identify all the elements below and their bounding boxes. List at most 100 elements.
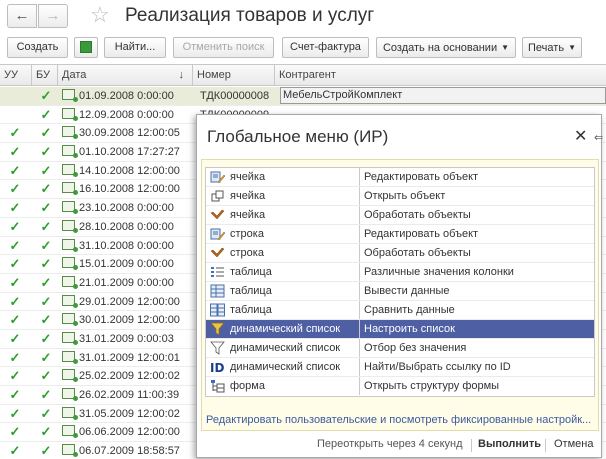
menu-item-scope-label: таблица bbox=[230, 266, 272, 278]
menu-item[interactable]: ячейка Открыть объект bbox=[206, 187, 594, 206]
forward-button[interactable]: → bbox=[38, 4, 68, 28]
menu-item-scope: таблица bbox=[206, 282, 360, 300]
menu-item-scope: ID динамический список bbox=[206, 358, 360, 376]
column-header-date[interactable]: Дата ↓ bbox=[58, 65, 193, 85]
arrow-left-icon: ← bbox=[14, 7, 30, 24]
uu-check-icon: ✓ bbox=[9, 237, 21, 253]
document-posted-icon bbox=[62, 107, 78, 121]
date-value: 15.01.2009 0:00:00 bbox=[79, 258, 174, 271]
table-row[interactable]: ✓ 01.09.2008 0:00:00 ТДК00000008 МебельСтро… bbox=[0, 87, 606, 106]
menu-item[interactable]: форма Открыть структуру формы bbox=[206, 377, 594, 396]
document-posted-icon bbox=[62, 238, 78, 252]
date-value: 01.10.2008 17:27:27 bbox=[79, 146, 180, 159]
menu-item[interactable]: ячейка Обработать объекты bbox=[206, 206, 594, 225]
date-cell: 31.01.2009 12:00:01 bbox=[62, 349, 192, 367]
bu-check-icon: ✓ bbox=[40, 256, 52, 272]
compare-icon bbox=[210, 303, 225, 317]
uu-check-icon: ✓ bbox=[9, 181, 21, 197]
uu-check-icon: ✓ bbox=[9, 424, 21, 440]
bu-check-icon: ✓ bbox=[40, 387, 52, 402]
create-basis-button[interactable]: Создать на основании ▼ bbox=[376, 37, 516, 58]
uu-check-icon bbox=[0, 87, 30, 105]
back-button[interactable]: ← bbox=[7, 4, 37, 28]
date-value: 28.10.2008 0:00:00 bbox=[79, 220, 174, 233]
form-structure-icon bbox=[210, 379, 225, 393]
uu-check-icon: ✓ bbox=[9, 349, 21, 365]
menu-item-scope-label: строка bbox=[230, 247, 264, 259]
create-button[interactable]: Создать bbox=[7, 37, 68, 58]
menu-item[interactable]: таблица Сравнить данные bbox=[206, 301, 594, 320]
reopen-timer-text: Переоткрыть через 4 секунд bbox=[317, 438, 463, 450]
document-posted-icon bbox=[62, 331, 78, 345]
menu-item[interactable]: таблица Различные значения колонки bbox=[206, 263, 594, 282]
uu-check-icon: ✓ bbox=[9, 312, 21, 328]
arrow-right-icon: → bbox=[45, 7, 61, 24]
menu-item[interactable]: строка Редактировать объект bbox=[206, 225, 594, 244]
bu-check-icon: ✓ bbox=[40, 424, 52, 440]
menu-item-scope-label: строка bbox=[230, 228, 264, 240]
date-cell: 25.02.2009 12:00:02 bbox=[62, 367, 192, 385]
global-menu-dialog: Глобальное меню (ИР) ✕ ⇐ ячейка Редактиро… bbox=[196, 114, 603, 458]
close-icon[interactable]: ✕ bbox=[574, 128, 587, 146]
date-value: 29.01.2009 12:00:00 bbox=[79, 295, 180, 308]
menu-item-scope: таблица bbox=[206, 301, 360, 319]
cancel-button[interactable]: Отмена bbox=[554, 438, 593, 450]
date-value: 31.01.2009 12:00:01 bbox=[79, 351, 180, 364]
menu-item[interactable]: ID динамический список Найти/Выбрать ссылк… bbox=[206, 358, 594, 377]
resize-handle-icon[interactable]: ⇐ bbox=[594, 131, 603, 144]
document-posted-icon bbox=[62, 444, 78, 458]
document-posted-icon bbox=[62, 406, 78, 420]
column-header-number[interactable]: Номер bbox=[193, 65, 275, 85]
title-bar: ← → ☆ Реализация товаров и услуг bbox=[0, 0, 606, 34]
edit-icon bbox=[210, 227, 226, 241]
edit-icon bbox=[210, 170, 226, 184]
cancel-search-button[interactable]: Отменить поиск bbox=[173, 37, 274, 58]
bu-check-icon: ✓ bbox=[40, 443, 52, 459]
document-posted-icon bbox=[62, 201, 78, 215]
menu-item-scope-label: ячейка bbox=[230, 190, 266, 202]
bu-check-icon: ✓ bbox=[40, 293, 52, 309]
favorite-star-icon[interactable]: ☆ bbox=[90, 2, 110, 28]
date-value: 25.02.2009 12:00:02 bbox=[79, 370, 180, 383]
page-title: Реализация товаров и услуг bbox=[125, 5, 375, 26]
bu-check-icon: ✓ bbox=[40, 106, 52, 122]
create-basis-label: Создать на основании bbox=[382, 42, 498, 54]
date-value: 14.10.2008 12:00:00 bbox=[79, 164, 180, 177]
print-button[interactable]: Печать ▼ bbox=[522, 37, 582, 58]
date-value: 23.10.2008 0:00:00 bbox=[79, 202, 174, 215]
date-cell: 31.10.2008 0:00:00 bbox=[62, 237, 192, 255]
bu-check-icon: ✓ bbox=[40, 88, 52, 103]
menu-list: ячейка Редактировать объект ячейка Открыть … bbox=[205, 167, 595, 397]
menu-item[interactable]: ячейка Редактировать объект bbox=[206, 168, 594, 187]
number-cell: ТДК00000008 bbox=[200, 90, 270, 102]
uu-check-icon: ✓ bbox=[9, 274, 21, 290]
dropdown-arrow-icon: ▼ bbox=[568, 43, 576, 52]
menu-item-action: Открыть объект bbox=[364, 190, 446, 202]
column-header-bu[interactable]: БУ bbox=[32, 65, 58, 85]
edit-settings-link[interactable]: Редактировать пользовательские и посмотр… bbox=[206, 414, 600, 426]
dialog-content: ячейка Редактировать объект ячейка Открыть … bbox=[201, 159, 599, 431]
menu-item[interactable]: строка Обработать объекты bbox=[206, 244, 594, 263]
find-button[interactable]: Найти... bbox=[104, 37, 166, 58]
column-header-uu[interactable]: УУ bbox=[0, 65, 32, 85]
svg-text:ID: ID bbox=[210, 361, 224, 374]
document-posted-icon bbox=[62, 369, 78, 383]
menu-item-scope-label: динамический список bbox=[230, 323, 341, 335]
copy-button[interactable] bbox=[74, 37, 98, 58]
menu-item[interactable]: таблица Вывести данные bbox=[206, 282, 594, 301]
menu-item[interactable]: динамический список Отбор без значения bbox=[206, 339, 594, 358]
dialog-title: Глобальное меню (ИР) bbox=[207, 127, 389, 146]
dropdown-arrow-icon: ▼ bbox=[501, 43, 510, 52]
uu-check-icon: ✓ bbox=[9, 218, 21, 234]
invoice-button[interactable]: Счет-фактура bbox=[282, 37, 369, 58]
column-header-counterparty[interactable]: Контрагент bbox=[275, 65, 606, 85]
document-posted-icon bbox=[62, 89, 78, 102]
execute-button[interactable]: Выполнить bbox=[478, 438, 541, 450]
bu-check-icon: ✓ bbox=[40, 312, 52, 328]
menu-item-action: Обработать объекты bbox=[364, 247, 471, 259]
document-posted-icon bbox=[62, 182, 78, 196]
date-value: 06.07.2009 18:58:57 bbox=[79, 445, 180, 458]
menu-item[interactable]: динамический список Настроить список bbox=[206, 320, 594, 339]
bu-check-icon: ✓ bbox=[40, 330, 52, 346]
id-icon: ID bbox=[210, 360, 225, 375]
